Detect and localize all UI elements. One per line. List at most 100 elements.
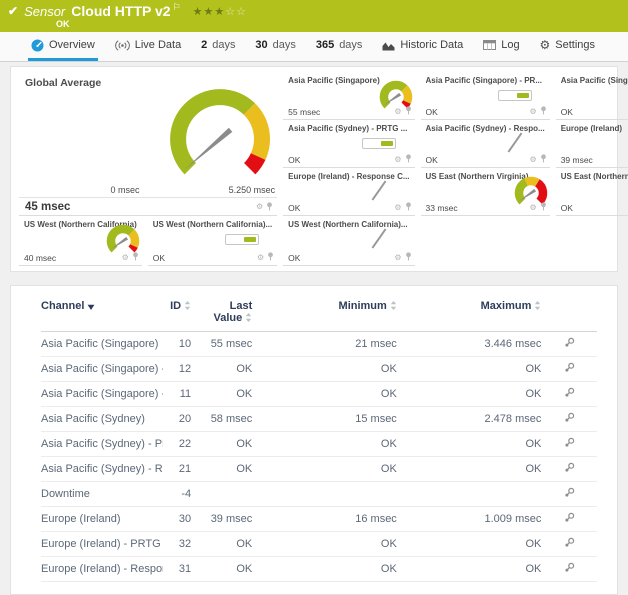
gear-icon[interactable]: ⚙	[530, 108, 537, 116]
cell-max: 3.446 msec	[397, 332, 542, 357]
pin-icon[interactable]	[405, 106, 412, 117]
pin-icon[interactable]	[540, 106, 547, 117]
channel-tile-grid: Global Average 0 msec 5.250 msec 45 msec…	[19, 73, 609, 265]
pin-icon[interactable]	[405, 252, 412, 263]
column-header-channel[interactable]: Channel	[41, 296, 163, 332]
cell-last: OK	[191, 382, 252, 407]
gauge-scale-max: 5.250 msec	[213, 185, 275, 195]
tile-value: OK	[426, 107, 438, 117]
gear-icon[interactable]: ⚙	[394, 108, 401, 116]
cell-channel: Asia Pacific (Singapore) - ...	[41, 357, 163, 382]
chart-icon	[382, 40, 395, 51]
sort-icon	[390, 301, 397, 313]
cell-last: 55 msec	[191, 332, 252, 357]
tab-label: days	[339, 39, 362, 51]
gear-icon[interactable]: ⚙	[256, 203, 263, 211]
channel-settings-icon[interactable]	[564, 389, 575, 401]
tab-live-data[interactable]: Live Data	[112, 32, 184, 61]
channel-settings-icon[interactable]	[564, 364, 575, 376]
channel-tile[interactable]: US East (Northern Virginia)33 msec⚙	[421, 169, 550, 216]
tab-historic-data[interactable]: Historic Data	[379, 32, 466, 61]
tile-value: 33 msec	[426, 203, 458, 213]
gear-icon[interactable]: ⚙	[394, 156, 401, 164]
gear-icon[interactable]: ⚙	[257, 254, 264, 262]
cell-min: 15 msec	[252, 407, 397, 432]
cell-channel: Asia Pacific (Sydney) - Re...	[41, 457, 163, 482]
channel-tile[interactable]: Asia Pacific (Singapore) - Res...OK⚙	[556, 73, 628, 120]
tab-label: Overview	[49, 39, 95, 51]
table-row: Europe (Ireland) - Respon...31OKOKOK	[41, 557, 597, 582]
channel-tile[interactable]: US West (Northern California)...OK⚙	[148, 217, 277, 266]
tile-global-average[interactable]: Global Average 0 msec 5.250 msec 45 msec…	[19, 73, 277, 216]
gear-icon[interactable]: ⚙	[394, 204, 401, 212]
cell-id: 22	[163, 432, 191, 457]
gear-icon[interactable]: ⚙	[530, 156, 537, 164]
channel-tile[interactable]: Europe (Ireland)39 msec⚙	[556, 121, 628, 168]
table-row: Asia Pacific (Singapore) - ...11OKOKOK	[41, 382, 597, 407]
tab-365-days[interactable]: 365days	[313, 32, 366, 61]
channel-tile[interactable]: Europe (Ireland) - Response C...OK⚙	[283, 169, 414, 216]
gauge-scale-min: 0 msec	[103, 185, 147, 195]
cell-channel: Europe (Ireland) - PRTG Cl...	[41, 532, 163, 557]
cell-last: OK	[191, 432, 252, 457]
cell-last: OK	[191, 357, 252, 382]
cell-max	[397, 482, 542, 507]
channel-tile[interactable]: US West (Northern California)...OK⚙	[283, 217, 414, 266]
pin-icon[interactable]	[405, 202, 412, 213]
tab-log[interactable]: Log	[480, 32, 522, 61]
flag-icon[interactable]: ⚐	[173, 2, 181, 13]
channel-tile[interactable]: Asia Pacific (Singapore)55 msec⚙	[283, 73, 414, 120]
channel-tile[interactable]: Asia Pacific (Sydney) - Respo...OK⚙	[421, 121, 550, 168]
priority-stars[interactable]: ★★★☆☆	[193, 5, 247, 18]
gear-icon[interactable]: ⚙	[394, 254, 401, 262]
cell-id: 31	[163, 557, 191, 582]
pin-icon[interactable]	[405, 154, 412, 165]
column-header-last[interactable]: LastValue	[191, 296, 252, 332]
column-header-max[interactable]: Maximum	[397, 296, 542, 332]
table-row: Downtime-4	[41, 482, 597, 507]
mini-gauge	[556, 131, 628, 154]
pin-icon[interactable]	[540, 202, 547, 213]
tab-number: 2	[201, 39, 207, 51]
gear-icon[interactable]: ⚙	[530, 204, 537, 212]
cell-min: OK	[252, 382, 397, 407]
cell-last: OK	[191, 457, 252, 482]
pin-icon[interactable]	[540, 154, 547, 165]
cell-min: OK	[252, 432, 397, 457]
cell-max: OK	[397, 457, 542, 482]
table-row: Asia Pacific (Singapore) - ...12OKOKOK	[41, 357, 597, 382]
channel-settings-icon[interactable]	[564, 514, 575, 526]
mini-gauge	[19, 227, 142, 252]
channel-tile[interactable]: US East (Northern Virginia) - ...OK⚙	[556, 169, 628, 216]
channel-tile[interactable]: Asia Pacific (Sydney) - PRTG ...OK⚙	[283, 121, 414, 168]
channel-settings-icon[interactable]	[564, 414, 575, 426]
column-header-id[interactable]: ID	[163, 296, 191, 332]
channel-settings-icon[interactable]	[564, 464, 575, 476]
channel-tile[interactable]: Asia Pacific (Singapore) - PR...OK⚙	[421, 73, 550, 120]
star-icon: ★	[214, 6, 225, 18]
column-header-min[interactable]: Minimum	[252, 296, 397, 332]
tab-2-days[interactable]: 2days	[198, 32, 238, 61]
cell-max: OK	[397, 532, 542, 557]
cell-channel: Europe (Ireland) - Respon...	[41, 557, 163, 582]
channel-settings-icon[interactable]	[564, 539, 575, 551]
tile-value: OK	[153, 253, 165, 263]
channel-settings-icon[interactable]	[564, 339, 575, 351]
cell-id: 20	[163, 407, 191, 432]
gear-icon[interactable]: ⚙	[122, 254, 129, 262]
channel-settings-icon[interactable]	[564, 439, 575, 451]
log-icon	[483, 40, 496, 50]
cell-min: 16 msec	[252, 507, 397, 532]
pin-icon[interactable]	[132, 252, 139, 263]
tab-settings[interactable]: ⚙Settings	[536, 32, 598, 61]
tab-overview[interactable]: Overview	[28, 32, 98, 61]
channel-settings-icon[interactable]	[564, 489, 575, 501]
channel-settings-icon[interactable]	[564, 564, 575, 576]
channel-tile[interactable]: US West (Northern California)40 msec⚙	[19, 217, 142, 266]
pin-icon[interactable]	[266, 198, 273, 216]
needle-indicator	[283, 179, 414, 202]
pin-icon[interactable]	[267, 252, 274, 263]
tab-30-days[interactable]: 30days	[252, 32, 299, 61]
status-bar-indicator	[283, 131, 414, 154]
star-icon: ★	[193, 6, 204, 18]
